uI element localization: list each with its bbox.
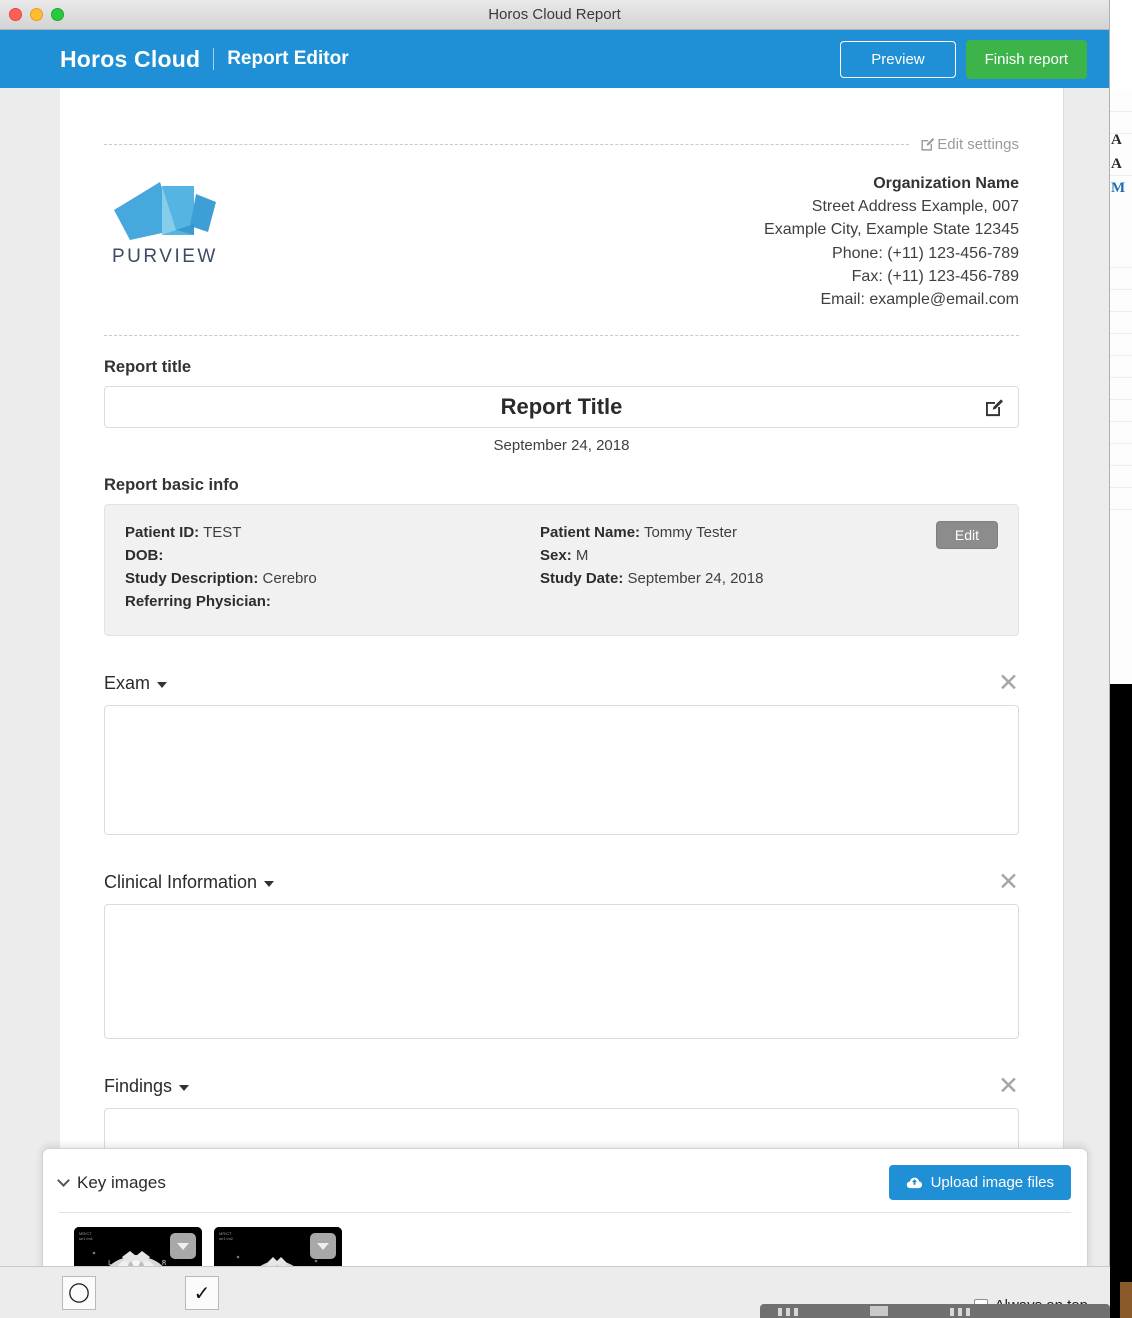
info-value: Cerebro [262,569,317,587]
brand-separator [213,48,215,70]
thumbnail-overlay-text: MR/CT se1 im1 [79,1231,94,1242]
organization-info: Organization Name Street Address Example… [764,148,1019,311]
section-clinical-information-title-toggle[interactable]: Clinical Information [104,871,275,893]
organization-name: Organization Name [873,175,1019,192]
report-title-edit-icon[interactable] [984,398,1004,423]
chevron-down-icon [57,1174,70,1187]
report-title-value: Report Title [500,394,623,420]
info-value: M [575,546,589,564]
organization-fax: Fax: (+11) 123-456-789 [851,267,1019,285]
thumbnail-overlay-text: MR/CT se1 im2 [219,1231,234,1242]
info-value: TEST [203,524,242,542]
organization-logo: PURVIEW [104,148,404,268]
info-row: DOB: [125,545,540,568]
report-date: September 24, 2018 [493,437,630,455]
key-image-options-dropdown[interactable] [310,1233,336,1259]
info-row: Study Date: September 24, 2018 [540,568,955,591]
dock-peek [760,1304,1110,1318]
info-row: Patient ID: TEST [125,522,540,545]
document-header: Edit settings PURVIEW Organization Name … [104,136,1019,311]
page-scroll-area[interactable]: Edit settings PURVIEW Organization Name … [0,88,1109,1318]
section-exam-title-toggle[interactable]: Exam [104,672,168,694]
report-title-input[interactable]: Report Title [104,386,1019,429]
info-row: Study Description: Cerebro [125,568,540,591]
info-row: Patient Name: Tommy Tester [540,522,955,545]
upload-image-files-button[interactable]: Upload image files [888,1165,1071,1200]
info-key: Patient Name: [540,524,641,542]
info-value: Tommy Tester [643,524,738,542]
window-titlebar: Horos Cloud Report [0,0,1109,30]
report-basic-info-label: Report basic info [104,476,239,495]
info-key: Patient ID: [125,524,200,542]
section-findings-title: Findings [104,1075,173,1096]
background-text-line-3: M [1111,180,1126,196]
info-value: September 24, 2018 [627,569,764,587]
background-text-line-1: A [1111,132,1122,148]
organization-phone: Phone: (+11) 123-456-789 [832,244,1019,262]
info-row: Referring Physician: [125,591,540,614]
basic-info-left-column: Patient ID: TEST DOB: Study Description:… [125,522,540,613]
key-image-options-dropdown[interactable] [170,1233,196,1259]
edit-basic-info-button[interactable]: Edit [935,521,998,550]
section-exam-textarea[interactable] [104,705,1019,836]
brand-name: Horos Cloud [60,45,201,72]
check-glyph: ✓ [193,1282,211,1305]
key-images-collapse-toggle[interactable]: Key images [57,1172,166,1193]
section-clinical-information-close-icon[interactable]: ✕ [998,869,1019,895]
chevron-down-icon [179,1084,190,1091]
info-key: Study Description: [125,569,259,587]
info-key: Sex: [540,546,572,564]
report-basic-info-box: Patient ID: TEST DOB: Study Description:… [104,504,1019,637]
finish-report-button[interactable]: Finish report [965,39,1087,79]
background-dark-area [1108,684,1132,1318]
chevron-down-icon [157,681,168,688]
edit-settings-label: Edit settings [937,136,1019,153]
section-exam-title: Exam [104,672,151,693]
chevron-down-icon [264,880,275,887]
screen: A A M Horos Cloud Report Horos Cloud Rep… [0,0,1132,1318]
section-clinical-information-textarea[interactable] [104,904,1019,1040]
background-dock-sliver [1120,1282,1132,1318]
brand: Horos Cloud Report Editor [60,46,349,73]
report-title-label: Report title [104,358,192,377]
purview-wordmark: PURVIEW [112,246,218,267]
report-document: Edit settings PURVIEW Organization Name … [60,88,1064,1288]
preview-button[interactable]: Preview [840,40,956,78]
basic-info-right-column: Patient Name: Tommy Tester Sex: M Study … [540,522,955,613]
window-title: Horos Cloud Report [488,6,621,23]
organization-street: Street Address Example, 007 [811,198,1019,216]
section-clinical-information-title: Clinical Information [104,871,258,892]
app-window: Horos Cloud Report Horos Cloud Report Ed… [0,0,1110,1318]
section-exam: Exam ✕ [104,670,1019,836]
edit-pencil-icon [921,138,935,151]
background-text-line-2: A [1111,156,1122,172]
section-clinical-information: Clinical Information ✕ [104,869,1019,1040]
info-key: DOB: [125,546,164,564]
upload-image-files-label: Upload image files [930,1174,1054,1191]
organization-email: Email: example@email.com [820,290,1019,308]
purview-logo-icon [114,182,216,240]
confirm-button[interactable]: ✓ [185,1276,219,1310]
edit-settings-link[interactable]: Edit settings [914,136,1019,153]
compass-button[interactable] [62,1276,96,1310]
app-header: Horos Cloud Report Editor Preview Finish… [0,30,1109,88]
header-divider-top [104,144,909,145]
section-findings-close-icon[interactable]: ✕ [998,1073,1019,1099]
header-actions: Preview Finish report [840,39,1087,79]
info-key: Study Date: [540,569,624,587]
header-divider-bottom [104,335,1019,337]
background-window-peek: A A M [1108,90,1132,786]
organization-city: Example City, Example State 12345 [764,221,1019,239]
compass-icon [69,1283,89,1303]
bottom-toolbar: ✓ Always on top [0,1266,1110,1318]
cloud-upload-icon [906,1177,922,1188]
brand-section: Report Editor [227,48,349,69]
section-exam-close-icon[interactable]: ✕ [998,670,1019,696]
info-row: Sex: M [540,545,955,568]
key-images-title: Key images [77,1172,166,1192]
section-findings-title-toggle[interactable]: Findings [104,1075,190,1097]
info-key: Referring Physician: [125,592,271,610]
